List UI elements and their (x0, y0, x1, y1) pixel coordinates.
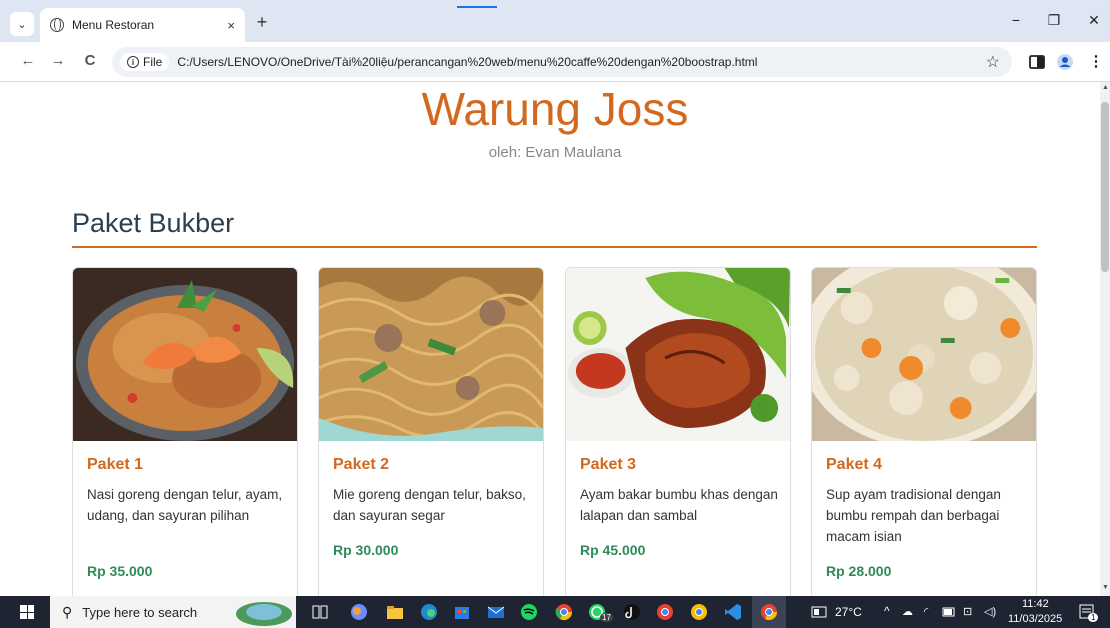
card-title: Paket 3 (580, 456, 637, 473)
copilot-icon[interactable] (350, 603, 368, 621)
fried-noodles-photo (319, 268, 543, 441)
grilled-chicken-photo (566, 268, 790, 441)
side-panel-icon[interactable] (1028, 53, 1046, 71)
taskbar-search-placeholder: Type here to search (82, 604, 198, 620)
scroll-up-arrow-icon[interactable]: ▲ (1102, 84, 1109, 91)
card-title: Paket 2 (333, 456, 390, 473)
chrome-active-icon[interactable] (760, 603, 778, 621)
search-highlight-icon (236, 602, 292, 626)
tab-close-button[interactable]: × (227, 18, 235, 33)
card-title: Paket 4 (826, 456, 883, 473)
address-bar[interactable]: i File C:/Users/LENOVO/OneDrive/Tài%20li… (112, 47, 1012, 77)
browser-menu-button[interactable]: ⋮ (1086, 52, 1106, 70)
search-icon: ⚲ (62, 603, 73, 620)
whatsapp-badge: 17 (600, 613, 613, 622)
page-viewport: Warung Joss oleh: Evan Maulana Paket Buk… (0, 82, 1110, 596)
bookmark-star-icon[interactable]: ☆ (986, 52, 1000, 72)
menu-card: Paket 3 Ayam bakar bumbu khas dengan lal… (565, 267, 791, 596)
profile-avatar-icon[interactable] (1056, 53, 1074, 71)
site-subtitle: oleh: Evan Maulana (488, 144, 622, 161)
restore-button[interactable]: ❐ (1044, 12, 1064, 29)
forward-button[interactable]: → (48, 52, 68, 69)
edge-icon[interactable] (420, 603, 438, 621)
tab-strip-accent (457, 6, 497, 8)
scroll-thumb[interactable] (1101, 102, 1109, 272)
tray-chevron-icon[interactable]: ^ (884, 604, 890, 618)
clock-date[interactable]: 11/03/2025 (1008, 613, 1062, 625)
mail-icon[interactable] (487, 603, 505, 621)
battery-icon[interactable] (942, 606, 956, 618)
chrome-profile-icon[interactable] (656, 603, 674, 621)
windows-taskbar: ⚲ Type here to search 17 27°C ^ ☁ ◜ ⊡ ◁)… (0, 596, 1110, 628)
menu-card: Paket 1 Nasi goreng dengan telur, ayam, … (72, 267, 298, 596)
back-button[interactable]: ← (18, 52, 38, 69)
spotify-icon[interactable] (520, 603, 538, 621)
browser-toolbar: ← → C i File C:/Users/LENOVO/OneDrive/Tà… (0, 42, 1110, 82)
wifi-icon[interactable]: ◜ (924, 605, 928, 618)
browser-tab-bar: ⌄ Menu Restoran × + − ❐ ✕ (0, 0, 1110, 42)
card-price: Rp 35.000 (87, 563, 153, 579)
fried-rice-shrimp-photo (73, 268, 297, 441)
menu-card: Paket 4 Sup ayam tradisional dengan bumb… (811, 267, 1037, 596)
windows-start-icon[interactable] (20, 605, 34, 619)
globe-icon (50, 18, 64, 32)
menu-card: Paket 2 Mie goreng dengan telur, bakso, … (318, 267, 544, 596)
card-description: Mie goreng dengan telur, bakso, dan sayu… (333, 487, 526, 523)
chrome-profile-2-icon[interactable] (690, 603, 708, 621)
chicken-soup-photo (812, 268, 1036, 441)
minimize-button[interactable]: − (1006, 12, 1026, 28)
volume-icon[interactable]: ◁) (984, 605, 996, 618)
url-text[interactable]: C:/Users/LENOVO/OneDrive/Tài%20liệu/pera… (177, 55, 757, 69)
display-icon[interactable]: ⊡ (963, 605, 972, 618)
store-icon[interactable] (453, 603, 471, 621)
card-description: Ayam bakar bumbu khas dengan lalapan dan… (580, 487, 778, 523)
card-price: Rp 30.000 (333, 542, 399, 558)
file-explorer-icon[interactable] (386, 603, 404, 621)
card-price: Rp 28.000 (826, 563, 892, 579)
clock-time[interactable]: 11:42 (1022, 598, 1049, 610)
card-description: Nasi goreng dengan telur, ayam, udang, d… (87, 487, 283, 523)
tab-search-button[interactable]: ⌄ (10, 12, 34, 36)
close-window-button[interactable]: ✕ (1084, 12, 1104, 29)
new-tab-button[interactable]: + (252, 12, 272, 33)
site-info-chip[interactable]: i File (120, 53, 170, 71)
tab-title: Menu Restoran (72, 18, 155, 32)
section-title: Paket Bukber (72, 208, 235, 238)
browser-tab[interactable]: Menu Restoran × (40, 8, 245, 42)
section-divider (72, 246, 1037, 248)
info-icon: i (127, 56, 139, 68)
task-view-icon[interactable] (311, 603, 329, 621)
chrome-icon[interactable] (555, 603, 573, 621)
card-title: Paket 1 (87, 456, 144, 473)
site-title: Warung Joss (421, 83, 689, 135)
cloud-icon[interactable]: ☁ (902, 605, 913, 618)
card-price: Rp 45.000 (580, 542, 646, 558)
weather-temp[interactable]: 27°C (835, 605, 862, 619)
reload-button[interactable]: C (80, 52, 100, 69)
weather-widget-icon[interactable] (810, 603, 828, 621)
site-info-label: File (143, 55, 163, 69)
vscode-icon[interactable] (724, 603, 742, 621)
taskbar-search-box[interactable]: ⚲ Type here to search (50, 596, 296, 628)
scroll-down-arrow-icon[interactable]: ▼ (1102, 584, 1109, 591)
tiktok-icon[interactable] (623, 603, 641, 621)
notification-badge: 1 (1088, 613, 1099, 622)
card-description: Sup ayam tradisional dengan bumbu rempah… (826, 487, 1001, 544)
page-scrollbar[interactable]: ▲ ▼ (1100, 82, 1110, 596)
